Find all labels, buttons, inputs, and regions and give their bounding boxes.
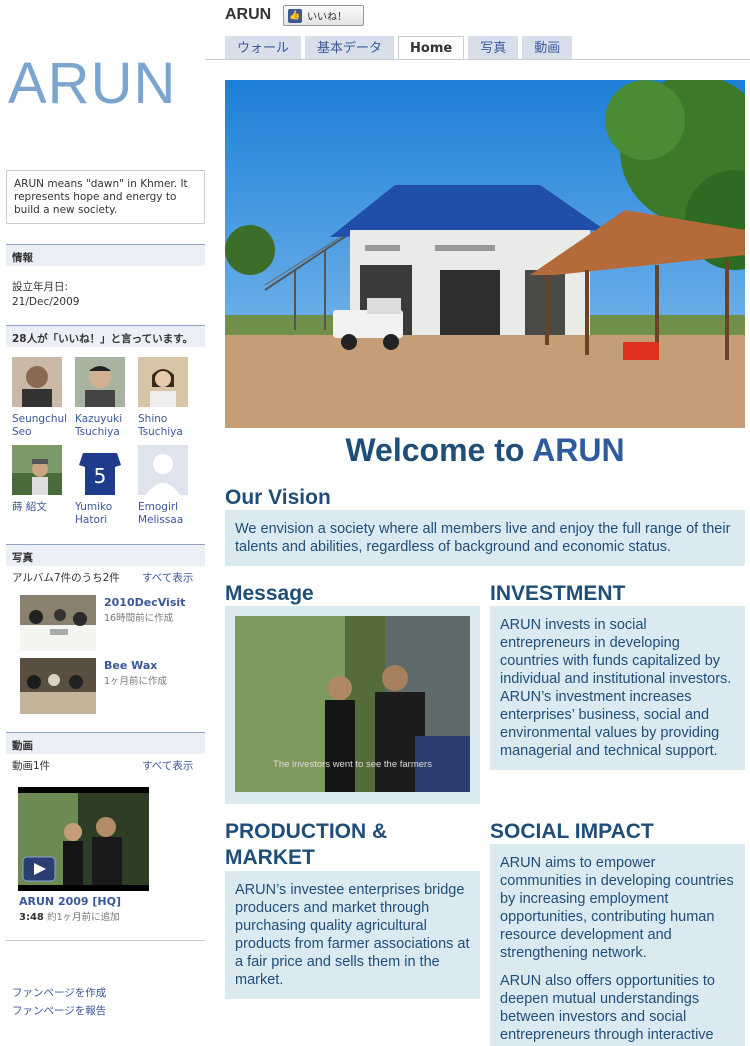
fan-name[interactable]: Kazuyuki Tsuchiya — [75, 413, 135, 439]
avatar[interactable] — [138, 357, 188, 407]
hero-image — [225, 80, 745, 428]
vision-heading: Our Vision — [225, 486, 331, 509]
album-thumbnail[interactable] — [20, 595, 96, 651]
avatar-placeholder[interactable] — [138, 445, 188, 495]
photos-see-all-link[interactable]: すべて表示 — [142, 570, 193, 585]
report-page-link[interactable]: ファンページを報告 — [12, 1002, 106, 1020]
videos-see-all-link[interactable]: すべて表示 — [142, 758, 193, 773]
avatar[interactable] — [75, 357, 125, 407]
photos-summary: アルバム7件のうち2件 — [12, 572, 120, 584]
founded-value: 21/Dec/2009 — [12, 296, 80, 308]
fan-item[interactable]: Emogirl Melissaa — [138, 445, 198, 527]
social-text-1: ARUN aims to empower communities in deve… — [500, 855, 734, 961]
production-heading: PRODUCTION & MARKET — [225, 820, 388, 869]
avatar[interactable]: 5 — [75, 445, 125, 495]
sidebar: ARUN ARUN means "dawn" in Khmer. It repr… — [0, 0, 205, 1046]
photos-heading: 写真 — [6, 544, 205, 566]
sidebar-divider — [6, 940, 205, 941]
tab-home[interactable]: Home — [398, 36, 465, 60]
videos-summary: 動画1件 — [12, 760, 51, 772]
info-heading: 情報 — [6, 244, 205, 266]
tab-wall[interactable]: ウォール — [225, 36, 302, 60]
svg-text:5: 5 — [94, 464, 107, 488]
welcome-prefix: Welcome to — [345, 432, 533, 468]
video-duration: 3:48 — [19, 912, 44, 923]
thumbs-up-icon: 👍 — [288, 8, 302, 23]
like-button[interactable]: 👍 いいね！ — [283, 5, 364, 26]
avatar[interactable] — [12, 357, 62, 407]
founded-label: 設立年月日: — [12, 281, 69, 293]
video-caption: The investors went to see the farmers — [273, 759, 432, 770]
album-thumbnail[interactable] — [20, 658, 96, 714]
video-thumbnail[interactable] — [18, 787, 149, 891]
fan-item[interactable]: 蒔 紹文 — [12, 445, 72, 514]
social-heading: SOCIAL IMPACT — [490, 820, 654, 843]
like-button-label: いいね！ — [307, 12, 347, 23]
production-text: ARUN’s investee enterprises bridge produ… — [225, 871, 480, 999]
vision-text: We envision a society where all members … — [225, 510, 745, 566]
about-text: ARUN means "dawn" in Khmer. It represent… — [6, 170, 205, 224]
message-heading: Message — [225, 582, 314, 605]
fan-item[interactable]: 5 Yumiko Hatori — [75, 445, 135, 527]
page-title: ARUN — [225, 6, 272, 23]
fan-item[interactable]: Shino Tsuchiya — [138, 357, 198, 439]
page-tabs: ウォール 基本データ Home 写真 動画 — [225, 36, 576, 60]
welcome-brand: ARUN — [532, 432, 625, 468]
likes-heading: 28人が「いいね！」と言っています。 — [6, 325, 205, 347]
fan-name[interactable]: Yumiko Hatori — [75, 501, 135, 527]
profile-logo[interactable]: ARUN — [6, 6, 205, 162]
page-header: ARUN 👍 いいね！ ウォール 基本データ Home 写真 動画 — [205, 0, 750, 60]
header-divider — [205, 59, 750, 60]
album-time: 1ヶ月前に作成 — [104, 676, 168, 687]
message-video[interactable]: The investors went to see the farmers — [235, 616, 470, 792]
fan-item[interactable]: Seungchul Seo — [12, 357, 72, 439]
fan-item[interactable]: Kazuyuki Tsuchiya — [75, 357, 135, 439]
welcome-heading: Welcome to ARUN — [225, 432, 745, 469]
album-time: 16時間前に作成 — [104, 613, 174, 624]
tab-info[interactable]: 基本データ — [305, 36, 395, 60]
video-title[interactable]: ARUN 2009 [HQ] — [19, 895, 121, 908]
video-added: 約1ヶ月前に追加 — [47, 912, 120, 923]
investment-heading: INVESTMENT — [490, 582, 626, 605]
social-box: ARUN aims to empower communities in deve… — [490, 844, 745, 1046]
fan-name[interactable]: Emogirl Melissaa — [138, 501, 198, 527]
fan-name[interactable]: Shino Tsuchiya — [138, 413, 198, 439]
album-title[interactable]: 2010DecVisit — [104, 596, 185, 609]
logo-text: ARUN — [8, 51, 177, 116]
videos-heading: 動画 — [6, 732, 205, 754]
tab-photos[interactable]: 写真 — [468, 36, 519, 60]
sidebar-footer: ファンページを作成 ファンページを報告 — [12, 984, 106, 1020]
tab-videos[interactable]: 動画 — [522, 36, 573, 60]
message-box: The investors went to see the farmers — [225, 606, 480, 804]
investment-text: ARUN invests in social entrepreneurs in … — [490, 606, 745, 770]
fan-name[interactable]: 蒔 紹文 — [12, 501, 72, 514]
fan-name[interactable]: Seungchul Seo — [12, 413, 72, 439]
create-page-link[interactable]: ファンページを作成 — [12, 984, 106, 1002]
album-title[interactable]: Bee Wax — [104, 659, 157, 672]
social-text-2: ARUN also offers opportunities to deepen… — [500, 973, 715, 1043]
avatar[interactable] — [12, 445, 62, 495]
